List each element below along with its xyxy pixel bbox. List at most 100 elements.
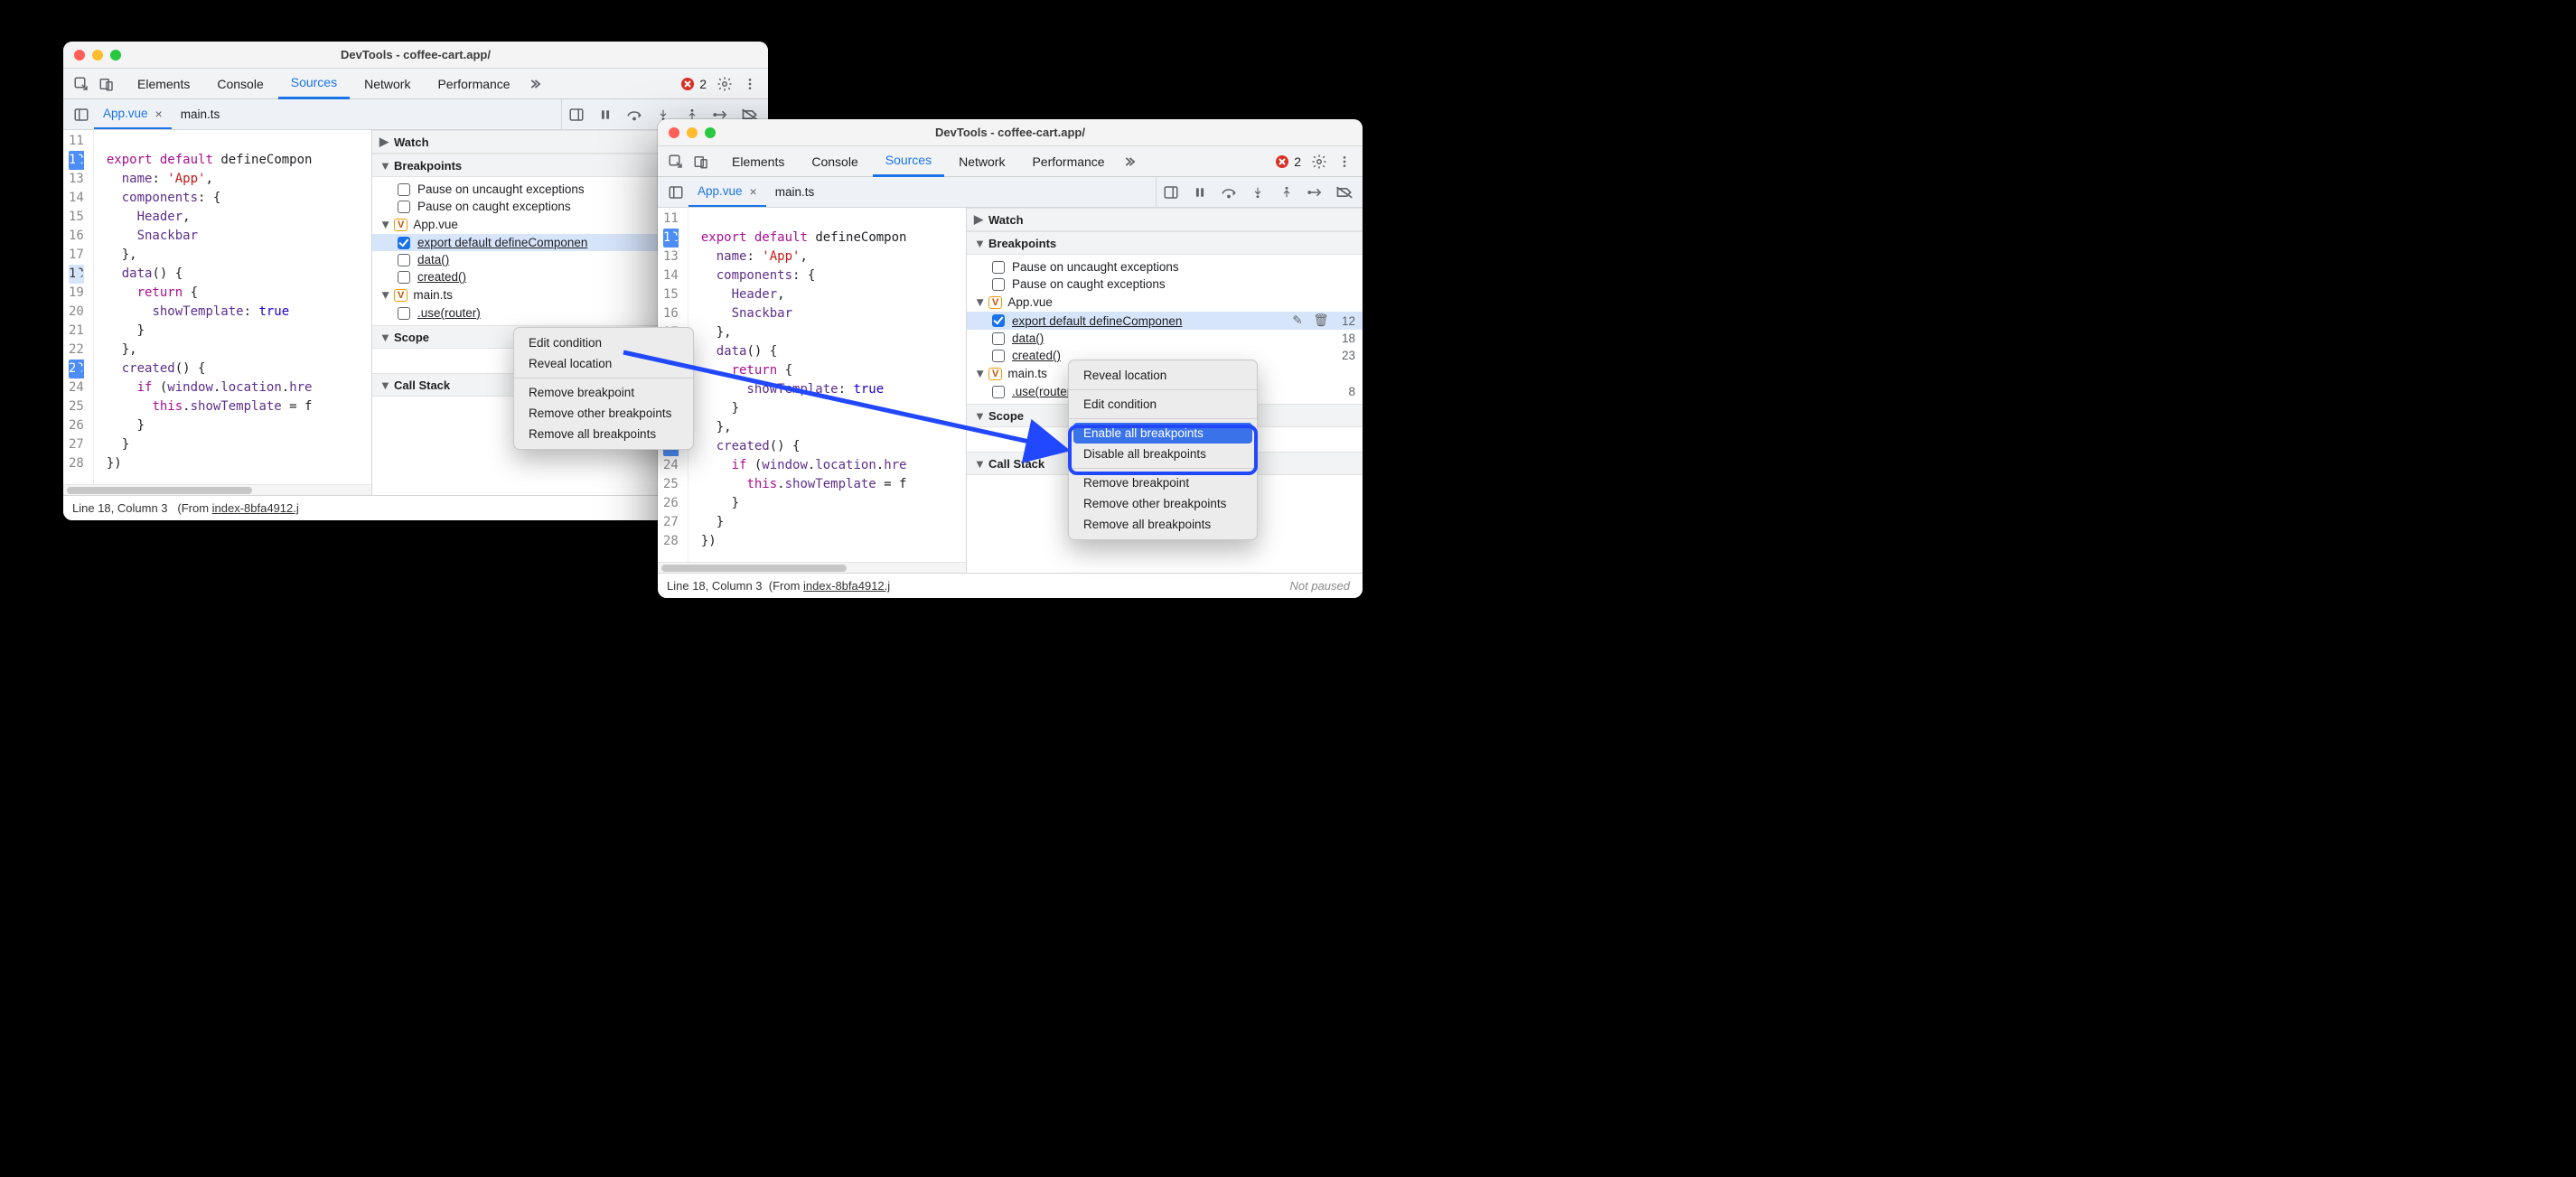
pause-uncaught-checkbox-row[interactable]: Pause on uncaught exceptions bbox=[967, 258, 1363, 276]
checkbox-icon[interactable] bbox=[992, 261, 1005, 274]
tab-performance[interactable]: Performance bbox=[1019, 146, 1117, 177]
device-toggle-icon[interactable] bbox=[688, 149, 714, 174]
step-over-icon[interactable] bbox=[1216, 180, 1241, 205]
pause-icon[interactable] bbox=[1187, 180, 1213, 205]
tab-console[interactable]: Console bbox=[204, 69, 276, 99]
minimize-window-icon[interactable] bbox=[92, 50, 103, 61]
source-link[interactable]: index-8bfa4912.j bbox=[803, 579, 890, 593]
checkbox-icon[interactable] bbox=[398, 271, 410, 284]
section-label: Scope bbox=[394, 331, 429, 344]
tab-network[interactable]: Network bbox=[946, 146, 1017, 177]
menu-item[interactable]: Remove breakpoint bbox=[1069, 472, 1257, 493]
breakpoint-text: export default defineComponen bbox=[1012, 314, 1282, 328]
tab-sources[interactable]: Sources bbox=[873, 146, 944, 177]
checkbox-icon[interactable] bbox=[398, 237, 410, 249]
menu-item[interactable]: Edit condition bbox=[1069, 394, 1257, 415]
file-tab-app-vue[interactable]: App.vue × bbox=[94, 99, 172, 129]
menu-item[interactable]: Remove other breakpoints bbox=[1069, 493, 1257, 514]
tab-network[interactable]: Network bbox=[351, 69, 423, 99]
file-tab-app-vue[interactable]: App.vue× bbox=[688, 177, 766, 207]
pause-caught-checkbox-row[interactable]: Pause on caught exceptions bbox=[967, 276, 1363, 293]
checkbox-icon[interactable] bbox=[398, 254, 410, 266]
breakpoint-line-number: 8 bbox=[1343, 385, 1355, 398]
source-link[interactable]: index-8bfa4912.j bbox=[212, 501, 299, 515]
checkbox-icon[interactable] bbox=[398, 201, 410, 213]
device-toggle-icon[interactable] bbox=[94, 71, 119, 97]
file-tab-main-ts[interactable]: main.ts bbox=[766, 177, 824, 207]
horizontal-scrollbar[interactable] bbox=[63, 484, 371, 495]
menu-item[interactable]: Disable all breakpoints bbox=[1069, 444, 1257, 464]
tab-elements[interactable]: Elements bbox=[125, 69, 202, 99]
menu-item[interactable]: Reveal location bbox=[514, 353, 693, 374]
close-icon[interactable]: × bbox=[750, 184, 757, 199]
breakpoints-section-header[interactable]: ▼Breakpoints bbox=[967, 231, 1363, 255]
devtools-toolbar: Elements Console Sources Network Perform… bbox=[658, 146, 1363, 177]
error-indicator[interactable]: 2 bbox=[676, 77, 712, 91]
error-indicator[interactable]: 2 bbox=[1270, 154, 1307, 169]
tab-performance[interactable]: Performance bbox=[425, 69, 522, 99]
horizontal-scrollbar[interactable] bbox=[658, 562, 966, 573]
cursor-position: Line 18, Column 3 bbox=[72, 501, 168, 515]
inspect-icon[interactable] bbox=[69, 71, 94, 97]
status-not-paused: Not paused bbox=[1278, 579, 1363, 593]
breakpoint-context-menu[interactable]: Reveal location Edit condition Enable all … bbox=[1068, 360, 1258, 540]
watch-section-header[interactable]: ▶Watch bbox=[967, 208, 1363, 231]
deactivate-breakpoints-icon[interactable] bbox=[1332, 180, 1357, 205]
checkbox-icon[interactable] bbox=[398, 307, 410, 320]
navigator-toggle-icon[interactable] bbox=[69, 102, 94, 127]
section-label: Watch bbox=[988, 213, 1024, 227]
menu-item[interactable]: Remove breakpoint bbox=[514, 382, 693, 403]
file-tab-label: main.ts bbox=[181, 107, 220, 121]
step-icon[interactable] bbox=[1303, 180, 1328, 205]
checkbox-icon[interactable] bbox=[398, 183, 410, 196]
code-editor[interactable]: 111213141516171819202122232425262728 exp… bbox=[658, 208, 966, 562]
menu-item[interactable]: Enable all breakpoints bbox=[1073, 423, 1252, 444]
edit-icon[interactable]: ✎ bbox=[1289, 313, 1306, 328]
section-label: Call Stack bbox=[394, 378, 450, 392]
menu-item[interactable]: Remove other breakpoints bbox=[514, 403, 693, 424]
more-tabs-icon[interactable] bbox=[523, 71, 548, 97]
settings-icon[interactable] bbox=[1307, 149, 1332, 174]
checkbox-icon[interactable] bbox=[992, 350, 1005, 362]
menu-item[interactable]: Remove all breakpoints bbox=[1069, 514, 1257, 535]
code-editor[interactable]: 111213141516171819202122232425262728 exp… bbox=[63, 130, 371, 484]
menu-item[interactable]: Remove all breakpoints bbox=[514, 424, 693, 444]
kebab-icon[interactable] bbox=[737, 71, 763, 97]
menu-item[interactable]: Reveal location bbox=[1069, 365, 1257, 386]
breakpoint-item[interactable]: export default defineComponen ✎ 🗑 12 bbox=[967, 312, 1363, 330]
step-out-icon[interactable] bbox=[1274, 180, 1299, 205]
zoom-window-icon[interactable] bbox=[110, 50, 121, 61]
close-window-icon[interactable] bbox=[74, 50, 85, 61]
checkbox-icon[interactable] bbox=[992, 278, 1005, 291]
tab-elements[interactable]: Elements bbox=[719, 146, 797, 177]
zoom-window-icon[interactable] bbox=[705, 127, 716, 138]
inspect-icon[interactable] bbox=[663, 149, 688, 174]
checkbox-icon[interactable] bbox=[992, 386, 1005, 398]
file-tab-label: main.ts bbox=[775, 185, 815, 199]
breakpoint-file-row[interactable]: ▼VApp.vue bbox=[967, 293, 1363, 312]
checkbox-icon[interactable] bbox=[992, 314, 1005, 327]
tab-sources[interactable]: Sources bbox=[278, 69, 350, 99]
breakpoint-context-menu[interactable]: Edit conditionReveal location Remove brea… bbox=[513, 327, 694, 450]
file-tab-main-ts[interactable]: main.ts bbox=[172, 99, 229, 129]
tab-console[interactable]: Console bbox=[799, 146, 870, 177]
breakpoint-item[interactable]: data()18 bbox=[967, 330, 1363, 347]
breakpoint-line-number: 18 bbox=[1336, 332, 1355, 345]
minimize-window-icon[interactable] bbox=[687, 127, 698, 138]
delete-icon[interactable]: 🗑 bbox=[1313, 313, 1329, 328]
step-into-icon[interactable] bbox=[1245, 180, 1270, 205]
menu-item[interactable]: Edit condition bbox=[514, 332, 693, 353]
step-over-icon[interactable] bbox=[622, 102, 647, 127]
close-window-icon[interactable] bbox=[669, 127, 679, 138]
settings-icon[interactable] bbox=[712, 71, 737, 97]
debugger-toggle-icon[interactable] bbox=[1158, 180, 1184, 205]
more-tabs-icon[interactable] bbox=[1118, 149, 1143, 174]
kebab-icon[interactable] bbox=[1332, 149, 1357, 174]
pause-icon[interactable] bbox=[593, 102, 618, 127]
line-gutter[interactable]: 111213141516171819202122232425262728 bbox=[63, 130, 94, 484]
debugger-toggle-icon[interactable] bbox=[564, 102, 589, 127]
section-label: Breakpoints bbox=[394, 159, 462, 173]
navigator-toggle-icon[interactable] bbox=[663, 180, 688, 205]
close-icon[interactable]: × bbox=[155, 107, 163, 121]
checkbox-icon[interactable] bbox=[992, 332, 1005, 345]
